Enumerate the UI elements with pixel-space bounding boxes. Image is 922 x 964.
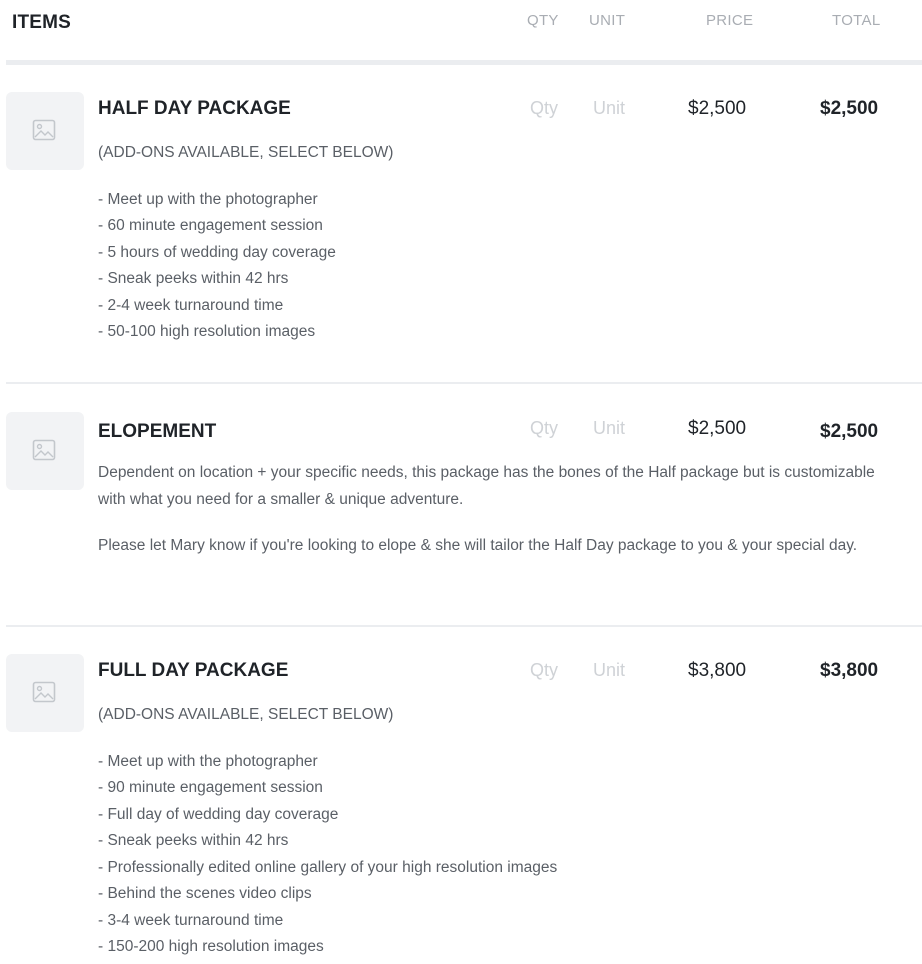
qty-input[interactable]: Qty bbox=[530, 660, 558, 681]
price-column-header: PRICE bbox=[706, 12, 754, 29]
item-name: FULL DAY PACKAGE bbox=[98, 660, 289, 681]
header-divider bbox=[6, 60, 922, 65]
feature-line: - Professionally edited online gallery o… bbox=[98, 858, 558, 876]
unit-input[interactable]: Unit bbox=[593, 660, 625, 681]
feature-line: - Behind the scenes video clips bbox=[98, 885, 312, 902]
qty-column-header: QTY bbox=[527, 12, 559, 29]
unit-column-header: UNIT bbox=[589, 12, 626, 29]
item-price: $3,800 bbox=[688, 660, 747, 681]
description-paragraph: Dependent on location + your specific ne… bbox=[98, 464, 875, 508]
feature-line: - 5 hours of wedding day coverage bbox=[98, 243, 336, 261]
row-divider bbox=[6, 625, 922, 627]
item-total: $3,800 bbox=[820, 660, 879, 681]
feature-line: - 3-4 week turnaround time bbox=[98, 911, 284, 929]
item-thumbnail bbox=[6, 412, 84, 490]
feature-line: - 2-4 week turnaround time bbox=[98, 296, 284, 314]
unit-input[interactable]: Unit bbox=[593, 98, 625, 119]
qty-input[interactable]: Qty bbox=[530, 418, 558, 439]
item-description: Dependent on location + your specific ne… bbox=[98, 460, 878, 560]
feature-line: - Full day of wedding day coverage bbox=[98, 805, 339, 823]
item-total: $2,500 bbox=[820, 421, 879, 442]
item-name: HALF DAY PACKAGE bbox=[98, 98, 291, 119]
feature-line: - Meet up with the photographer bbox=[98, 190, 318, 208]
item-thumbnail bbox=[6, 654, 84, 732]
feature-line: - Meet up with the photographer bbox=[98, 752, 318, 770]
item-description: (ADD-ONS AVAILABLE, SELECT BELOW) - Meet… bbox=[98, 140, 878, 346]
item-subtitle: (ADD-ONS AVAILABLE, SELECT BELOW) bbox=[98, 706, 394, 723]
row-divider bbox=[6, 382, 922, 384]
item-subtitle: (ADD-ONS AVAILABLE, SELECT BELOW) bbox=[98, 144, 394, 161]
feature-line: - Sneak peeks within 42 hrs bbox=[98, 832, 289, 849]
image-placeholder-icon bbox=[32, 439, 56, 461]
item-name: ELOPEMENT bbox=[98, 421, 217, 442]
total-column-header: TOTAL bbox=[832, 12, 881, 29]
feature-line: - 60 minute engagement session bbox=[98, 217, 323, 234]
description-paragraph: Please let Mary know if you're looking t… bbox=[98, 537, 858, 554]
items-table-header: ITEMS QTY UNIT PRICE TOTAL bbox=[0, 0, 922, 42]
feature-line: - 150-200 high resolution images bbox=[98, 938, 324, 955]
image-placeholder-icon bbox=[32, 119, 56, 141]
unit-input[interactable]: Unit bbox=[593, 418, 625, 439]
feature-line: - 50-100 high resolution images bbox=[98, 323, 316, 340]
image-placeholder-icon bbox=[32, 681, 56, 703]
item-thumbnail bbox=[6, 92, 84, 170]
feature-line: - 90 minute engagement session bbox=[98, 779, 323, 796]
item-total: $2,500 bbox=[820, 98, 879, 119]
item-description: (ADD-ONS AVAILABLE, SELECT BELOW) - Meet… bbox=[98, 702, 878, 961]
qty-input[interactable]: Qty bbox=[530, 98, 558, 119]
item-price: $2,500 bbox=[688, 98, 747, 119]
feature-line: - Sneak peeks within 42 hrs bbox=[98, 270, 289, 287]
item-price: $2,500 bbox=[688, 418, 747, 439]
items-heading: ITEMS bbox=[12, 12, 72, 33]
